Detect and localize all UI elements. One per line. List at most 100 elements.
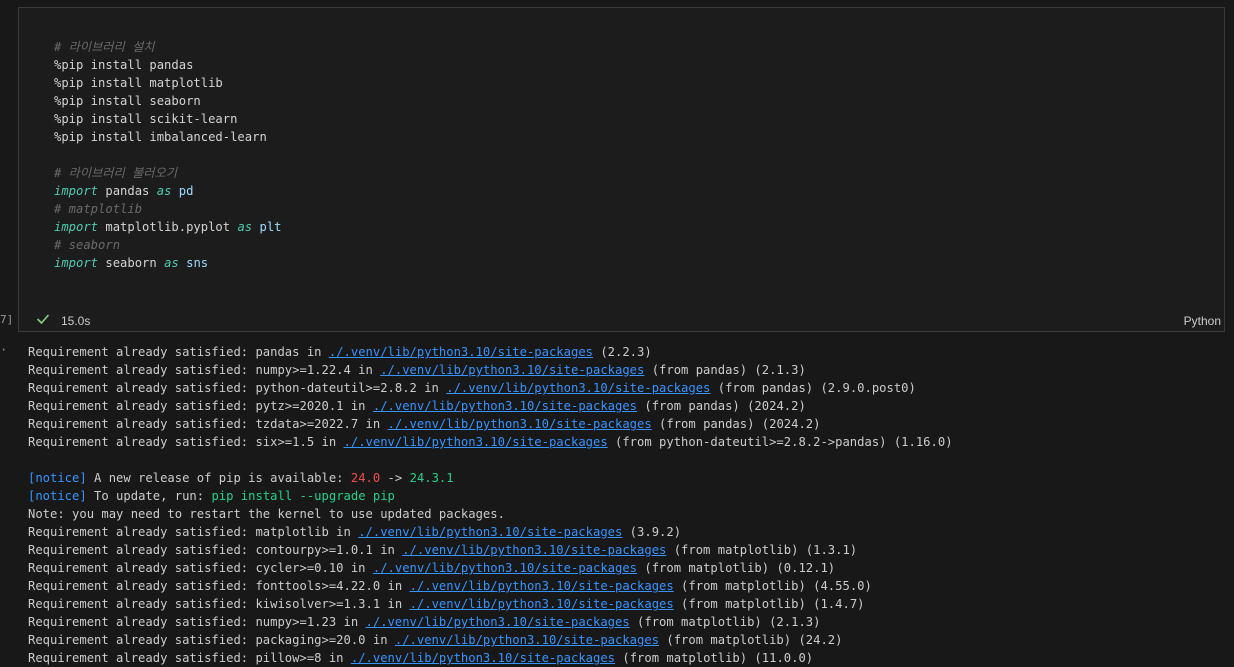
code-line: import matplotlib.pyplot as plt [54, 218, 282, 236]
output-line: Requirement already satisfied: six>=1.5 … [28, 433, 953, 451]
requirement-text: Requirement already satisfied: matplotli… [28, 525, 359, 539]
requirement-text: Requirement already satisfied: numpy>=1.… [28, 363, 381, 377]
as-keyword: as [164, 256, 179, 270]
site-packages-link[interactable]: ./.venv/lib/python3.10/site-packages [373, 561, 637, 575]
module-name: pandas [105, 184, 150, 198]
cell-output: Requirement already satisfied: pandas in… [28, 343, 953, 667]
cell-language-picker[interactable]: Python [1184, 314, 1221, 328]
code-comment: # 라이브러리 설치 [54, 40, 155, 54]
requirement-version: (from matplotlib) (0.12.1) [637, 561, 836, 575]
code-line: %pip install matplotlib [54, 74, 282, 92]
notice-tag: [notice] [28, 489, 87, 503]
requirement-text: Requirement already satisfied: python-da… [28, 381, 447, 395]
requirement-version: (from pandas) (2024.2) [651, 417, 821, 431]
site-packages-link[interactable]: ./.venv/lib/python3.10/site-packages [366, 615, 630, 629]
output-line: Requirement already satisfied: pytz>=202… [28, 397, 953, 415]
execution-count: 7] [0, 313, 14, 326]
requirement-text: Requirement already satisfied: six>=1.5 … [28, 435, 344, 449]
output-marker[interactable]: · [0, 343, 7, 357]
code-text: %pip install imbalanced-learn [54, 130, 267, 144]
code-line: # seaborn [54, 236, 282, 254]
output-line: [notice] To update, run: pip install --u… [28, 487, 953, 505]
output-line: Requirement already satisfied: pandas in… [28, 343, 953, 361]
requirement-text: Requirement already satisfied: fonttools… [28, 579, 410, 593]
module-alias: sns [186, 256, 209, 270]
code-line: %pip install scikit-learn [54, 110, 282, 128]
notice-tag: [notice] [28, 471, 87, 485]
output-line: Requirement already satisfied: contourpy… [28, 541, 953, 559]
check-icon [37, 314, 49, 324]
cell-status-bar: 7] 15.0s Python [0, 311, 1225, 331]
output-line: Requirement already satisfied: tzdata>=2… [28, 415, 953, 433]
site-packages-link[interactable]: ./.venv/lib/python3.10/site-packages [402, 543, 666, 557]
output-line: Requirement already satisfied: python-da… [28, 379, 953, 397]
code-line: %pip install seaborn [54, 92, 282, 110]
requirement-text: Requirement already satisfied: cycler>=0… [28, 561, 373, 575]
site-packages-link[interactable]: ./.venv/lib/python3.10/site-packages [358, 525, 622, 539]
module-name: seaborn [105, 256, 157, 270]
code-comment: # seaborn [54, 238, 121, 252]
requirement-version: (from python-dateutil>=2.8.2->pandas) (1… [607, 435, 953, 449]
code-line: %pip install pandas [54, 56, 282, 74]
upgrade-command: pip install --upgrade pip [211, 489, 395, 503]
site-packages-link[interactable]: ./.venv/lib/python3.10/site-packages [410, 579, 674, 593]
output-line: Requirement already satisfied: matplotli… [28, 523, 953, 541]
requirement-version: (from matplotlib) (1.3.1) [666, 543, 858, 557]
requirement-text: Requirement already satisfied: numpy>=1.… [28, 615, 366, 629]
note-text: Note: you may need to restart the kernel… [28, 507, 505, 521]
import-keyword: import [54, 256, 99, 270]
code-text: %pip install scikit-learn [54, 112, 238, 126]
code-editor[interactable]: # 라이브러리 설치 %pip install pandas %pip instal… [54, 38, 282, 272]
site-packages-link[interactable]: ./.venv/lib/python3.10/site-packages [351, 651, 615, 665]
version-arrow: -> [380, 471, 410, 485]
execution-duration: 15.0s [61, 314, 91, 328]
requirement-version: (from matplotlib) (24.2) [659, 633, 843, 647]
requirement-version: (from pandas) (2.1.3) [644, 363, 806, 377]
module-name: matplotlib.pyplot [105, 220, 231, 234]
import-keyword: import [54, 220, 99, 234]
notice-text: A new release of pip is available: [86, 471, 351, 485]
code-text: %pip install matplotlib [54, 76, 223, 90]
requirement-text: Requirement already satisfied: kiwisolve… [28, 597, 410, 611]
output-line: Requirement already satisfied: fonttools… [28, 577, 953, 595]
output-line: Requirement already satisfied: cycler>=0… [28, 559, 953, 577]
requirement-version: (from matplotlib) (4.55.0) [673, 579, 872, 593]
code-line: # matplotlib [54, 200, 282, 218]
site-packages-link[interactable]: ./.venv/lib/python3.10/site-packages [388, 417, 652, 431]
output-line: Requirement already satisfied: numpy>=1.… [28, 361, 953, 379]
module-alias: plt [259, 220, 282, 234]
requirement-text: Requirement already satisfied: packaging… [28, 633, 395, 647]
requirement-version: (from matplotlib) (11.0.0) [615, 651, 814, 665]
output-line: Requirement already satisfied: kiwisolve… [28, 595, 953, 613]
site-packages-link[interactable]: ./.venv/lib/python3.10/site-packages [380, 363, 644, 377]
import-keyword: import [54, 184, 99, 198]
requirement-version: (from matplotlib) (2.1.3) [629, 615, 821, 629]
requirement-text: Requirement already satisfied: contourpy… [28, 543, 403, 557]
requirement-version: (from pandas) (2.9.0.post0) [710, 381, 916, 395]
notice-text: To update, run: [86, 489, 212, 503]
module-alias: pd [178, 184, 194, 198]
code-line: %pip install imbalanced-learn [54, 128, 282, 146]
requirement-text: Requirement already satisfied: pandas in [28, 345, 329, 359]
site-packages-link[interactable]: ./.venv/lib/python3.10/site-packages [395, 633, 659, 647]
as-keyword: as [156, 184, 172, 198]
site-packages-link[interactable]: ./.venv/lib/python3.10/site-packages [446, 381, 710, 395]
site-packages-link[interactable]: ./.venv/lib/python3.10/site-packages [329, 345, 593, 359]
code-line: # 라이브러리 불러오기 [54, 164, 282, 182]
new-version: 24.3.1 [409, 471, 454, 485]
output-line: Requirement already satisfied: numpy>=1.… [28, 613, 953, 631]
site-packages-link[interactable]: ./.venv/lib/python3.10/site-packages [373, 399, 637, 413]
requirement-text: Requirement already satisfied: tzdata>=2… [28, 417, 388, 431]
code-text: %pip install pandas [54, 58, 194, 72]
site-packages-link[interactable]: ./.venv/lib/python3.10/site-packages [344, 435, 608, 449]
code-text: %pip install seaborn [54, 94, 201, 108]
code-line: import pandas as pd [54, 182, 282, 200]
requirement-version: (from matplotlib) (1.4.7) [673, 597, 865, 611]
code-comment: # matplotlib [54, 202, 143, 216]
code-line: import seaborn as sns [54, 254, 282, 272]
requirement-version: (from pandas) (2024.2) [637, 399, 806, 413]
code-cell[interactable]: # 라이브러리 설치 %pip install pandas %pip instal… [18, 7, 1225, 332]
site-packages-link[interactable]: ./.venv/lib/python3.10/site-packages [410, 597, 674, 611]
code-line: # 라이브러리 설치 [54, 38, 282, 56]
